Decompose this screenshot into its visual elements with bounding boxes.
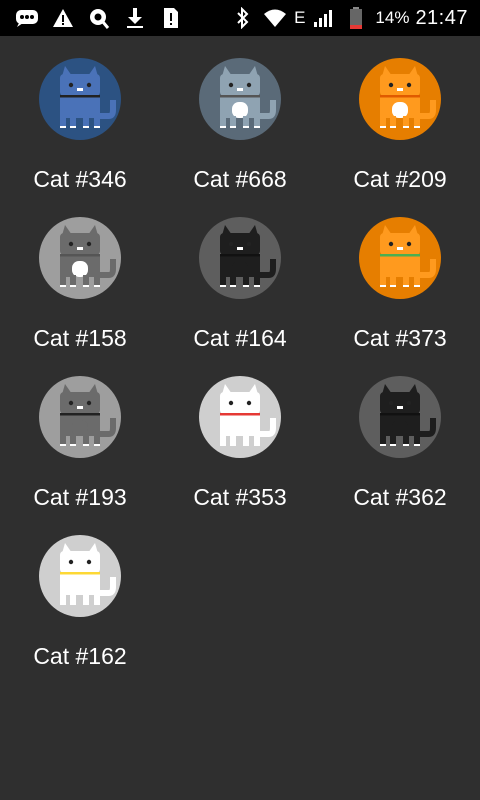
bluetooth-icon <box>230 5 256 31</box>
warning-icon <box>50 5 76 31</box>
cat-avatar-icon[interactable] <box>359 376 441 458</box>
cat-label: Cat #193 <box>33 484 127 510</box>
cat-grid: Cat #346 Cat #668 Cat #209 Cat #158 Cat … <box>0 36 480 672</box>
download-icon <box>122 5 148 31</box>
cat-label: Cat #373 <box>353 325 447 351</box>
message-icon <box>14 5 40 31</box>
cat-label: Cat #164 <box>193 325 287 351</box>
battery-icon <box>343 5 369 31</box>
cat-item[interactable]: Cat #362 <box>320 354 480 513</box>
cat-avatar-icon[interactable] <box>39 535 121 617</box>
signal-icon <box>311 5 337 31</box>
sim-alert-icon <box>158 5 184 31</box>
cat-label: Cat #162 <box>33 643 127 669</box>
wifi-icon <box>262 5 288 31</box>
cat-item[interactable]: Cat #346 <box>0 36 160 195</box>
battery-percent: 14% <box>375 8 410 27</box>
cat-avatar-icon[interactable] <box>359 58 441 140</box>
cat-label: Cat #668 <box>193 166 287 192</box>
status-bar: E 14% 21:47 <box>0 0 480 36</box>
cat-label: Cat #362 <box>353 484 447 510</box>
cat-avatar-icon[interactable] <box>199 58 281 140</box>
search-sync-icon <box>86 5 112 31</box>
cat-item[interactable]: Cat #162 <box>0 513 160 672</box>
cat-avatar-icon[interactable] <box>199 217 281 299</box>
cat-avatar-icon[interactable] <box>39 376 121 458</box>
clock: 21:47 <box>415 6 468 29</box>
cat-label: Cat #209 <box>353 166 447 192</box>
cat-avatar-icon[interactable] <box>39 217 121 299</box>
cat-item[interactable]: Cat #193 <box>0 354 160 513</box>
cat-item[interactable]: Cat #668 <box>160 36 320 195</box>
cat-item[interactable]: Cat #373 <box>320 195 480 354</box>
system-status: E 14% 21:47 <box>230 5 480 31</box>
cat-label: Cat #158 <box>33 325 127 351</box>
cat-item[interactable]: Cat #209 <box>320 36 480 195</box>
cat-label: Cat #346 <box>33 166 127 192</box>
cat-item[interactable]: Cat #353 <box>160 354 320 513</box>
network-type: E <box>294 8 306 27</box>
cat-avatar-icon[interactable] <box>359 217 441 299</box>
cat-item[interactable]: Cat #164 <box>160 195 320 354</box>
notification-icons <box>0 5 184 31</box>
cat-avatar-icon[interactable] <box>199 376 281 458</box>
cat-label: Cat #353 <box>193 484 287 510</box>
cat-avatar-icon[interactable] <box>39 58 121 140</box>
cat-item[interactable]: Cat #158 <box>0 195 160 354</box>
